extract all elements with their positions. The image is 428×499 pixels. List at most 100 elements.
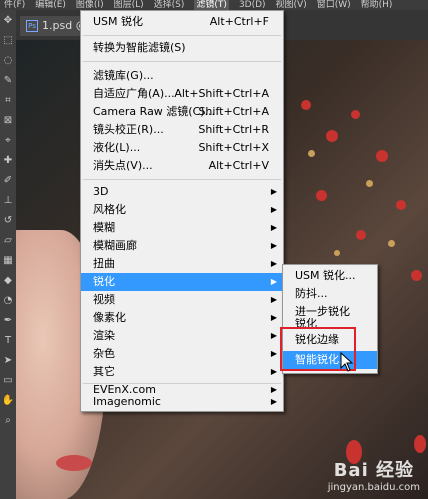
submenu-arrow-icon: ▶ [270, 223, 277, 232]
menu-item-label: Camera Raw 滤镜(C)... [93, 105, 216, 118]
menu-item-shortcut: Shift+Ctrl+X [198, 141, 269, 154]
shape-tool-icon[interactable]: ▭ [0, 370, 16, 390]
menu-item-lens-correction[interactable]: 镜头校正(R)... Shift+Ctrl+R [81, 121, 283, 139]
menu-3d[interactable]: 3D(D) [239, 0, 266, 10]
submenu-item-label: 防抖... [295, 287, 328, 300]
stamp-tool-icon[interactable]: ⊥ [0, 190, 16, 210]
menu-item-shortcut: Alt+Shift+Ctrl+A [174, 87, 269, 100]
menu-item-label: USM 锐化 [93, 15, 144, 28]
marquee-tool-icon[interactable]: ⬚ [0, 30, 16, 50]
quick-select-tool-icon[interactable]: ✎ [0, 70, 16, 90]
menu-item-label: 转换为智能滤镜(S) [93, 41, 186, 54]
menu-item-last-filter[interactable]: USM 锐化 Alt+Ctrl+F [81, 13, 283, 31]
healing-tool-icon[interactable]: ✚ [0, 150, 16, 170]
menu-item-shortcut: Shift+Ctrl+A [198, 105, 269, 118]
submenu-item-label: USM 锐化... [295, 269, 356, 282]
menu-item-blur[interactable]: 模糊 ▶ [81, 219, 283, 237]
menu-item-label: 风格化 [93, 203, 126, 216]
menu-item-noise[interactable]: 杂色 ▶ [81, 345, 283, 363]
submenu-item-shake-reduction[interactable]: 防抖... [283, 285, 377, 303]
submenu-arrow-icon: ▶ [270, 331, 277, 340]
psd-file-icon: Ps [26, 20, 38, 32]
gold-bead [388, 240, 395, 247]
portrait-lips [56, 455, 92, 471]
tools-panel: ✥ ⬚ ◌ ✎ ⌗ ⊠ ⌖ ✚ ✐ ⊥ ↺ ▱ ▦ ◆ ◔ ✒ T ➤ ▭ ✋ … [0, 10, 17, 499]
menu-item-label: 渲染 [93, 329, 115, 342]
baidu-watermark: Bai 经验 jingyan.baidu.com [328, 456, 420, 493]
move-tool-icon[interactable]: ✥ [0, 10, 16, 30]
filter-menu: USM 锐化 Alt+Ctrl+F 转换为智能滤镜(S) 滤镜库(G)... 自适… [80, 10, 284, 412]
history-brush-icon[interactable]: ↺ [0, 210, 16, 230]
dodge-tool-icon[interactable]: ◔ [0, 290, 16, 310]
menu-item-pixelate[interactable]: 像素化 ▶ [81, 309, 283, 327]
frame-tool-icon[interactable]: ⊠ [0, 110, 16, 130]
zoom-tool-icon[interactable]: ⌕ [0, 410, 16, 430]
menu-item-sharpen[interactable]: 锐化 ▶ [81, 273, 283, 291]
menu-item-label: 消失点(V)... [93, 159, 153, 172]
menu-window[interactable]: 窗口(W) [317, 0, 351, 10]
menu-item-blur-gallery[interactable]: 模糊画廊 ▶ [81, 237, 283, 255]
menu-item-label: 视频 [93, 293, 115, 306]
menu-item-label: 扭曲 [93, 257, 115, 270]
submenu-arrow-icon: ▶ [270, 187, 277, 196]
menu-item-label: 自适应广角(A)... [93, 87, 175, 100]
menu-bar: 件(F) 编辑(E) 图像(I) 图层(L) 选择(S) 滤镜(T) 3D(D) 视图(V) 窗… [0, 0, 428, 10]
menu-file[interactable]: 件(F) [0, 0, 25, 10]
menu-item-render[interactable]: 渲染 ▶ [81, 327, 283, 345]
menu-item-liquify[interactable]: 液化(L)... Shift+Ctrl+X [81, 139, 283, 157]
brush-tool-icon[interactable]: ✐ [0, 170, 16, 190]
menu-item-stylize[interactable]: 风格化 ▶ [81, 201, 283, 219]
menu-item-convert-smart-filter[interactable]: 转换为智能滤镜(S) [81, 39, 283, 57]
menu-item-label: 模糊画廊 [93, 239, 137, 252]
menu-image[interactable]: 图像(I) [76, 0, 104, 10]
menu-item-video[interactable]: 视频 ▶ [81, 291, 283, 309]
hand-tool-icon[interactable]: ✋ [0, 390, 16, 410]
menu-item-vanishing-point[interactable]: 消失点(V)... Alt+Ctrl+V [81, 157, 283, 175]
crop-tool-icon[interactable]: ⌗ [0, 90, 16, 110]
menu-view[interactable]: 视图(V) [276, 0, 307, 10]
submenu-arrow-icon: ▶ [270, 313, 277, 322]
submenu-item-unsharp-mask[interactable]: USM 锐化... [283, 267, 377, 285]
red-bead [411, 270, 422, 281]
menu-item-3d[interactable]: 3D ▶ [81, 183, 283, 201]
blur-tool-icon[interactable]: ◆ [0, 270, 16, 290]
menu-item-filter-gallery[interactable]: 滤镜库(G)... [81, 67, 283, 85]
submenu-arrow-icon: ▶ [270, 397, 277, 406]
menu-item-adaptive-wide-angle[interactable]: 自适应广角(A)... Alt+Shift+Ctrl+A [81, 85, 283, 103]
red-bead [376, 150, 388, 162]
red-bead [351, 110, 360, 119]
menu-separator [83, 61, 281, 62]
watermark-url: jingyan.baidu.com [327, 482, 420, 493]
menu-item-distort[interactable]: 扭曲 ▶ [81, 255, 283, 273]
menu-item-label: 液化(L)... [93, 141, 141, 154]
menu-layer[interactable]: 图层(L) [114, 0, 144, 10]
menu-item-shortcut: Alt+Ctrl+V [208, 159, 269, 172]
path-select-tool-icon[interactable]: ➤ [0, 350, 16, 370]
menu-item-shortcut: Alt+Ctrl+F [209, 15, 269, 28]
menu-help[interactable]: 帮助(H) [361, 0, 393, 10]
submenu-arrow-icon: ▶ [270, 259, 277, 268]
menu-select[interactable]: 选择(S) [154, 0, 185, 10]
gold-bead [366, 180, 373, 187]
lasso-tool-icon[interactable]: ◌ [0, 50, 16, 70]
red-bead [316, 190, 327, 201]
menu-item-camera-raw[interactable]: Camera Raw 滤镜(C)... Shift+Ctrl+A [81, 103, 283, 121]
menu-item-label: 镜头校正(R)... [93, 123, 164, 136]
eyedropper-tool-icon[interactable]: ⌖ [0, 130, 16, 150]
menu-item-label: 3D [93, 185, 109, 198]
menu-item-label: Imagenomic [93, 395, 161, 408]
menu-item-imagenomic[interactable]: Imagenomic ▶ [81, 395, 283, 409]
type-tool-icon[interactable]: T [0, 330, 16, 350]
menu-item-label: 滤镜库(G)... [93, 69, 154, 82]
menu-filter[interactable]: 滤镜(T) [194, 0, 229, 10]
menu-item-label: 杂色 [93, 347, 115, 360]
submenu-arrow-icon: ▶ [270, 205, 277, 214]
pen-tool-icon[interactable]: ✒ [0, 310, 16, 330]
submenu-arrow-icon: ▶ [270, 241, 277, 250]
submenu-arrow-icon: ▶ [270, 349, 277, 358]
eraser-tool-icon[interactable]: ▱ [0, 230, 16, 250]
menu-item-other[interactable]: 其它 ▶ [81, 363, 283, 381]
gradient-tool-icon[interactable]: ▦ [0, 250, 16, 270]
menu-edit[interactable]: 编辑(E) [35, 0, 66, 10]
submenu-arrow-icon: ▶ [270, 295, 277, 304]
